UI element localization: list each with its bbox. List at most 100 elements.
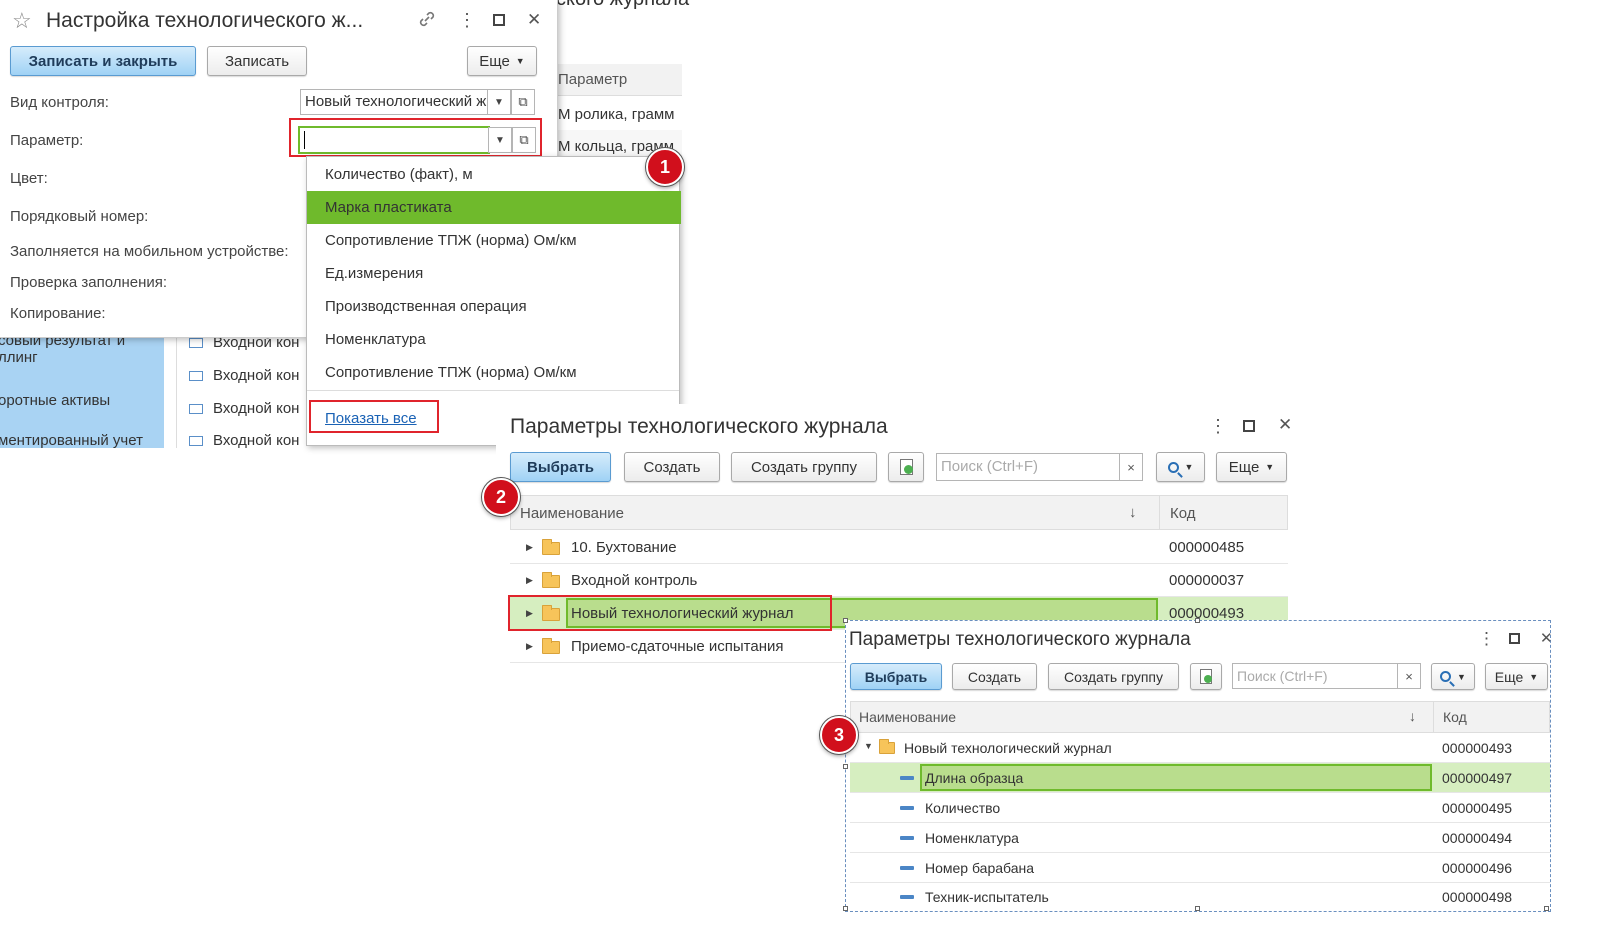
table-row-group[interactable]: ▼ Новый технологический журнал 000000493 (850, 733, 1550, 763)
dropdown-item[interactable]: Сопротивление ТПЖ (норма) Ом/км (307, 356, 681, 389)
search-input[interactable]: Поиск (Ctrl+F) (936, 453, 1120, 481)
collapse-icon[interactable]: ▼ (864, 741, 873, 751)
select-button[interactable]: Выбрать (510, 452, 611, 482)
row-name: Техник-испытатель (925, 889, 1049, 905)
bg-list-item[interactable]: Входной кон (189, 367, 309, 384)
table-row[interactable]: ▶ Входной контроль 000000037 (510, 564, 1288, 597)
save-button[interactable]: Записать (207, 46, 307, 76)
kebab-menu-icon[interactable]: ⋮ (1478, 629, 1495, 649)
expand-icon[interactable]: ▶ (526, 575, 533, 586)
star-icon[interactable]: ☆ (12, 8, 32, 34)
expand-icon[interactable]: ▶ (526, 641, 533, 652)
row-code: 000000495 (1442, 800, 1513, 816)
create-group-button[interactable]: Создать группу (1048, 663, 1179, 690)
kebab-menu-icon[interactable]: ⋮ (1209, 416, 1227, 437)
maximize-icon[interactable] (1509, 633, 1520, 644)
params-dialog-expanded: Параметры технологического журнала ⋮ ✕ В… (843, 618, 1553, 912)
row-code: 000000497 (1442, 770, 1513, 786)
folder-icon (542, 638, 560, 654)
more-label: Еще (479, 52, 510, 70)
bg-sidebar-item[interactable]: ментированный учет (0, 432, 143, 448)
save-label: Записать (224, 52, 290, 70)
row-code: 000000494 (1442, 830, 1513, 846)
table-row[interactable]: Количество 000000495 (850, 793, 1550, 823)
element-icon (900, 895, 914, 899)
bg-list-item[interactable]: Входной кон (189, 432, 309, 449)
chevron-down-icon: ▼ (1529, 671, 1539, 682)
create-group-label: Создать группу (750, 458, 858, 476)
link-icon[interactable] (418, 10, 436, 28)
table-row-selected[interactable]: Длина образца 000000497 (850, 763, 1550, 793)
close-icon[interactable]: ✕ (1278, 415, 1292, 435)
row-name: Номер барабана (925, 860, 1035, 876)
search-options-button[interactable]: ▼ (1431, 663, 1475, 690)
dropdown-item-selected[interactable]: Марка пластиката (307, 191, 681, 224)
control-type-field[interactable]: Новый технологический ж (300, 89, 488, 115)
save-and-close-button[interactable]: Записать и закрыть (10, 46, 196, 76)
sort-arrow-icon[interactable]: ↓ (1129, 504, 1137, 521)
search-input[interactable]: Поиск (Ctrl+F) (1232, 663, 1398, 689)
dropdown-item[interactable]: Ед.измерения (307, 257, 681, 290)
close-icon[interactable]: ✕ (527, 10, 541, 30)
dropdown-item[interactable]: Количество (факт), м (307, 158, 681, 191)
dropdown-item[interactable]: Производственная операция (307, 290, 681, 323)
more-label: Еще (1494, 668, 1524, 685)
step-badge-1: 1 (646, 148, 684, 186)
selection-handle (843, 618, 848, 623)
row-code: 000000485 (1169, 539, 1245, 556)
create-label: Создать (967, 668, 1022, 685)
dropdown-item[interactable]: Номенклатура (307, 323, 681, 356)
column-code-header[interactable]: Код (1170, 505, 1196, 522)
column-code-header[interactable]: Код (1443, 709, 1467, 725)
bg-row-1[interactable]: М ролика, грамм (556, 98, 682, 130)
select-label: Выбрать (864, 668, 928, 685)
column-name-header[interactable]: Наименование (859, 709, 956, 725)
more-button[interactable]: Еще ▼ (467, 46, 537, 76)
parameter-label: Параметр: (10, 132, 84, 149)
selection-handle (843, 906, 848, 911)
more-button[interactable]: Еще ▼ (1485, 663, 1548, 690)
dropdown-item[interactable]: Сопротивление ТПЖ (норма) Ом/км (307, 224, 681, 257)
mobile-label: Заполняется на мобильном устройстве: (10, 243, 289, 260)
table-row[interactable]: Номер барабана 000000496 (850, 853, 1550, 883)
dialog-title: Параметры технологического журнала (849, 629, 1191, 650)
table-row[interactable]: ▶ 10. Бухтование 000000485 (510, 531, 1288, 564)
dialog-title: Параметры технологического журнала (510, 415, 888, 438)
order-number-label: Порядковый номер: (10, 208, 149, 225)
bg-sidebar-item[interactable]: совый результат и ллинг (0, 336, 164, 366)
table-row[interactable]: Номенклатура 000000494 (850, 823, 1550, 853)
maximize-icon[interactable] (493, 14, 505, 26)
create-button[interactable]: Создать (624, 452, 720, 482)
search-options-button[interactable]: ▼ (1156, 452, 1205, 482)
kebab-menu-icon[interactable]: ⋮ (458, 10, 476, 31)
maximize-icon[interactable] (1243, 420, 1255, 432)
close-icon[interactable]: ✕ (1540, 629, 1553, 647)
color-label: Цвет: (10, 170, 48, 187)
add-from-file-button[interactable] (888, 452, 924, 482)
chevron-down-icon: ▼ (1184, 462, 1194, 472)
sort-arrow-icon[interactable]: ↓ (1409, 708, 1416, 724)
open-form-icon[interactable]: ⧉ (511, 89, 535, 115)
clear-search-icon[interactable]: × (1119, 453, 1143, 481)
create-group-button[interactable]: Создать группу (731, 452, 877, 482)
select-button[interactable]: Выбрать (850, 663, 942, 690)
form-title: Настройка технологического ж... (46, 9, 364, 32)
folder-icon (879, 739, 895, 754)
bg-list: Входной кон Входной кон Входной кон Вход… (176, 326, 309, 449)
clear-search-icon[interactable]: × (1397, 663, 1421, 689)
bg-list-item[interactable]: Входной кон (189, 400, 309, 417)
column-name-header[interactable]: Наименование (520, 505, 624, 522)
create-label: Создать (643, 458, 701, 476)
expand-icon[interactable]: ▶ (526, 542, 533, 553)
row-name: 10. Бухтование (571, 539, 677, 556)
chart-icon (189, 371, 203, 382)
more-button[interactable]: Еще ▼ (1216, 452, 1287, 482)
element-icon (900, 866, 914, 870)
selection-handle (843, 764, 848, 769)
add-from-file-button[interactable] (1190, 663, 1222, 690)
chart-icon (189, 436, 203, 447)
bg-sidebar-item[interactable]: оротные активы (0, 392, 110, 409)
create-button[interactable]: Создать (952, 663, 1037, 690)
dropdown-arrow-icon[interactable]: ▼ (487, 89, 511, 115)
table-row[interactable]: Техник-испытатель 000000498 (850, 883, 1550, 911)
